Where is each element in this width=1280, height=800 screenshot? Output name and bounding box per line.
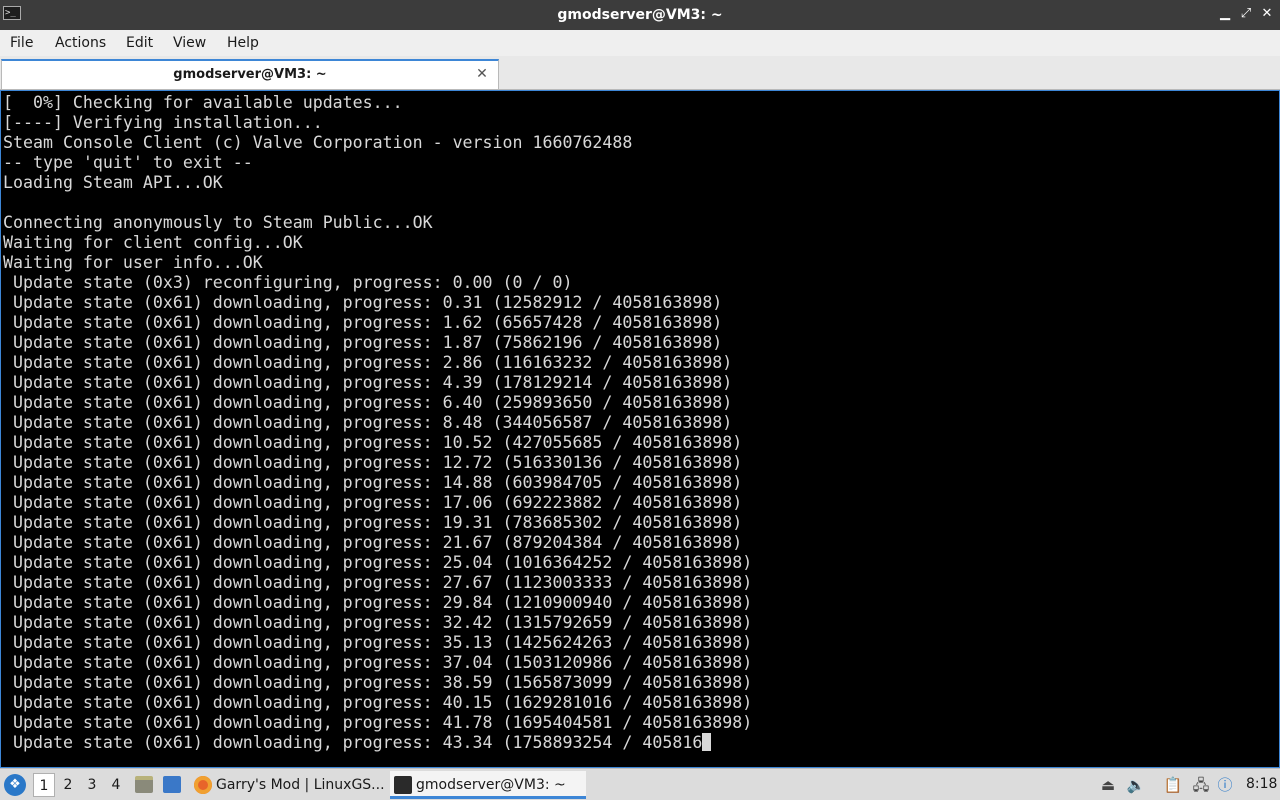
- removable-media-icon[interactable]: ⏏: [1098, 775, 1118, 795]
- terminal-line: Update state (0x61) downloading, progres…: [3, 453, 743, 472]
- clock[interactable]: 8:18: [1246, 769, 1277, 800]
- terminal-line: Loading Steam API...OK: [3, 173, 223, 192]
- desktop-switch-2[interactable]: 2: [57, 773, 79, 797]
- volume-icon[interactable]: 🔈: [1126, 775, 1146, 795]
- terminal-line: Update state (0x61) downloading, progres…: [3, 513, 743, 532]
- task-terminal[interactable]: gmodserver@VM3: ~: [390, 771, 586, 799]
- desktop-switch-1[interactable]: 1: [33, 773, 55, 797]
- window-title: gmodserver@VM3: ~: [557, 7, 723, 23]
- update-notifier-icon[interactable]: ⓘ: [1215, 775, 1235, 795]
- terminal-line: Waiting for user info...OK: [3, 253, 263, 272]
- terminal-line: Steam Console Client (c) Valve Corporati…: [3, 133, 633, 152]
- menu-bar: File Actions Edit View Help: [0, 30, 1280, 56]
- network-icon[interactable]: 🖧: [1191, 775, 1211, 795]
- terminal-line: [----] Verifying installation...: [3, 113, 323, 132]
- terminal-line: Update state (0x61) downloading, progres…: [3, 553, 753, 572]
- title-bar[interactable]: >_ gmodserver@VM3: ~ ▁ ⤢ ✕: [0, 0, 1280, 30]
- terminal-line: Update state (0x61) downloading, progres…: [3, 313, 723, 332]
- desktop-switch-3[interactable]: 3: [81, 773, 103, 797]
- terminal-line: Update state (0x3) reconfiguring, progre…: [3, 273, 573, 292]
- start-menu-icon[interactable]: ❖: [4, 774, 26, 796]
- terminal-line: Update state (0x61) downloading, progres…: [3, 673, 753, 692]
- text-cursor: [702, 733, 712, 751]
- terminal-line: Update state (0x61) downloading, progres…: [3, 713, 753, 732]
- terminal-line: Update state (0x61) downloading, progres…: [3, 473, 743, 492]
- terminal-line: Update state (0x61) downloading, progres…: [3, 353, 733, 372]
- tab-label: gmodserver@VM3: ~: [173, 67, 327, 82]
- task-firefox[interactable]: Garry's Mod | LinuxGS...: [190, 771, 386, 799]
- desktop-switch-4[interactable]: 4: [105, 773, 127, 797]
- task-label: Garry's Mod | LinuxGS...: [216, 777, 385, 793]
- file-manager-icon[interactable]: [135, 776, 153, 793]
- terminal-line: Waiting for client config...OK: [3, 233, 303, 252]
- close-button[interactable]: ✕: [1258, 5, 1276, 23]
- menu-actions[interactable]: Actions: [55, 30, 106, 56]
- terminal-line: Update state (0x61) downloading, progres…: [3, 413, 733, 432]
- terminal-line: Update state (0x61) downloading, progres…: [3, 593, 753, 612]
- terminal-line: -- type 'quit' to exit --: [3, 153, 253, 172]
- terminal-window: >_ gmodserver@VM3: ~ ▁ ⤢ ✕ File Actions …: [0, 0, 1280, 768]
- menu-edit[interactable]: Edit: [126, 30, 153, 56]
- show-desktop-icon[interactable]: [163, 776, 181, 793]
- clipboard-icon[interactable]: 📋: [1163, 775, 1183, 795]
- tab-bar: gmodserver@VM3: ~ ✕: [0, 56, 1280, 90]
- menu-file[interactable]: File: [10, 30, 33, 56]
- terminal-line: Update state (0x61) downloading, progres…: [3, 433, 743, 452]
- terminal-partial-text: Update state (0x61) downloading, progres…: [3, 733, 703, 752]
- terminal-text: [ 0%] Checking for available updates...[…: [3, 93, 752, 753]
- minimize-button[interactable]: ▁: [1216, 5, 1234, 23]
- terminal-line: Update state (0x61) downloading, progres…: [3, 573, 753, 592]
- tab-close-icon[interactable]: ✕: [474, 65, 490, 83]
- terminal-line: Update state (0x61) downloading, progres…: [3, 293, 723, 312]
- task-label: gmodserver@VM3: ~: [416, 777, 566, 793]
- terminal-line: Update state (0x61) downloading, progres…: [3, 693, 753, 712]
- terminal-line: Connecting anonymously to Steam Public..…: [3, 213, 433, 232]
- terminal-line: Update state (0x61) downloading, progres…: [3, 393, 733, 412]
- terminal-line: Update state (0x61) downloading, progres…: [3, 373, 733, 392]
- terminal-line: Update state (0x61) downloading, progres…: [3, 653, 753, 672]
- terminal-line: Update state (0x61) downloading, progres…: [3, 633, 753, 652]
- terminal-icon: [394, 776, 412, 794]
- firefox-icon: [194, 776, 212, 794]
- terminal-last-line: Update state (0x61) downloading, progres…: [3, 733, 752, 753]
- terminal-line: Update state (0x61) downloading, progres…: [3, 613, 753, 632]
- taskbar: ❖ 1 2 3 4 Garry's Mod | LinuxGS... gmods…: [0, 768, 1280, 800]
- terminal-line: Update state (0x61) downloading, progres…: [3, 493, 743, 512]
- tab-terminal[interactable]: gmodserver@VM3: ~ ✕: [1, 59, 499, 89]
- terminal-line: Update state (0x61) downloading, progres…: [3, 533, 743, 552]
- terminal-line: Update state (0x61) downloading, progres…: [3, 333, 723, 352]
- maximize-button[interactable]: ⤢: [1237, 5, 1255, 23]
- terminal-line: [ 0%] Checking for available updates...: [3, 93, 403, 112]
- menu-help[interactable]: Help: [227, 30, 259, 56]
- terminal-output[interactable]: [ 0%] Checking for available updates...[…: [0, 90, 1280, 768]
- menu-view[interactable]: View: [173, 30, 206, 56]
